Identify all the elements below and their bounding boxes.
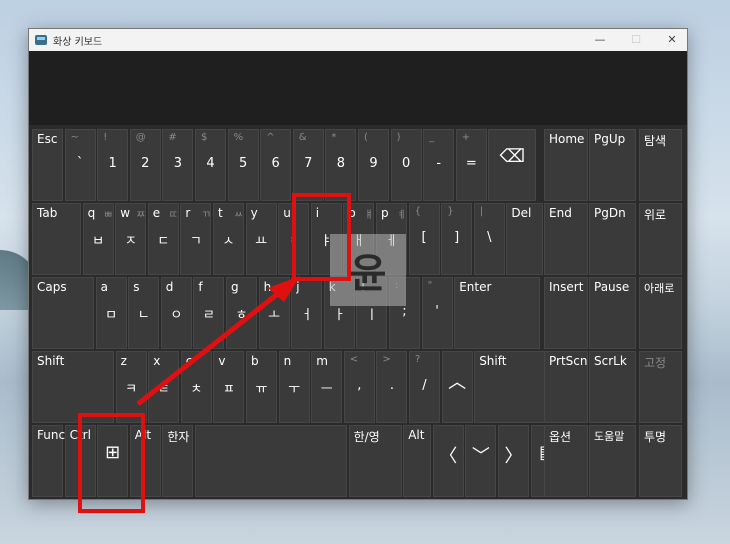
annotation-arrow [136,276,300,406]
